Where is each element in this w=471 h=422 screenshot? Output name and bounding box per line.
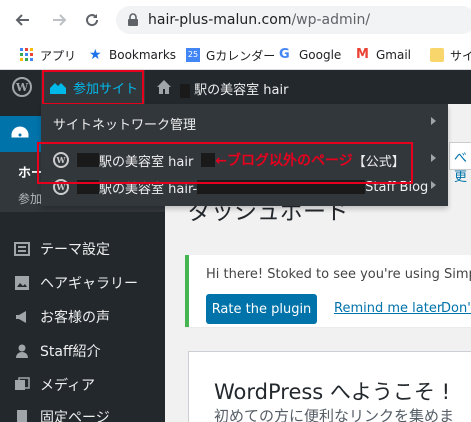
annotation-highlight-box xyxy=(37,142,413,184)
url-text: hair-plus-malun.com/wp-admin/ xyxy=(148,12,371,28)
bookmark-gmail[interactable]: M Gmail xyxy=(356,46,411,64)
apps-grid-icon xyxy=(20,48,34,62)
forward-button[interactable] xyxy=(48,8,72,32)
bookmark-apps[interactable]: アプリ xyxy=(20,46,76,64)
sidebar-item-customer-voice[interactable]: お客様の声 xyxy=(0,300,165,334)
calendar-icon: 25 xyxy=(186,48,200,62)
welcome-panel: WordPress へようこそ ! 初めての方に便利なリンクを集めま xyxy=(188,351,471,422)
remind-later-link[interactable]: Remind me later xyxy=(334,301,442,316)
gallery-icon xyxy=(12,273,32,293)
sidebar-item-staff[interactable]: Staff紹介 xyxy=(0,334,165,368)
google-icon: G xyxy=(279,47,290,62)
home-icon[interactable] xyxy=(156,79,172,95)
browser-toolbar: hair-plus-malun.com/wp-admin/ xyxy=(0,0,471,40)
folder-icon xyxy=(430,48,444,62)
bookmark-folder[interactable]: サイ xyxy=(430,46,471,64)
media-icon xyxy=(12,375,32,395)
sidebar-item-dashboard[interactable] xyxy=(0,116,41,152)
back-arrow-icon xyxy=(15,14,29,26)
star-icon: ★ xyxy=(89,47,102,63)
sidebar-item-hair-gallery[interactable]: ヘアギャラリー xyxy=(0,266,165,300)
page-icon xyxy=(12,407,32,422)
list-icon xyxy=(12,239,32,259)
wordpress-logo-icon[interactable]: W xyxy=(12,77,32,97)
submenu-arrow-icon xyxy=(431,117,436,125)
plugin-notice: Hi there! Stoked to see you're using Sim… xyxy=(185,255,471,327)
sidebar-item-pages[interactable]: 固定ページ xyxy=(0,400,165,422)
reload-button[interactable] xyxy=(80,8,104,32)
notice-text: Hi there! Stoked to see you're using Sim… xyxy=(206,267,471,282)
reload-icon xyxy=(86,14,99,27)
annotation-highlight-box xyxy=(42,70,144,105)
lock-icon xyxy=(128,13,138,26)
dashboard-gauge-icon xyxy=(11,126,29,138)
welcome-subtitle: 初めての方に便利なリンクを集めま xyxy=(214,407,455,422)
redacted-text xyxy=(180,83,190,98)
bookmarks-bar: アプリ ★ Bookmarks 25 Gカレンダー G Google M Gma… xyxy=(0,40,471,70)
sidebar-item-sites[interactable]: 参加 xyxy=(18,190,42,207)
rate-plugin-button[interactable]: Rate the plugin xyxy=(206,294,317,324)
submenu-arrow-icon xyxy=(431,154,436,162)
gmail-icon: M xyxy=(356,47,369,62)
sidebar-item-theme-settings[interactable]: テーマ設定 xyxy=(0,232,165,266)
sidebar-item-media[interactable]: メディア xyxy=(0,368,165,402)
forward-arrow-icon xyxy=(53,14,67,26)
back-button[interactable] xyxy=(10,8,34,32)
bookmark-google[interactable]: G Google xyxy=(279,46,341,64)
dont-link[interactable]: Don't xyxy=(441,301,471,316)
megaphone-icon xyxy=(12,307,32,327)
user-icon xyxy=(12,341,32,361)
current-site-link[interactable]: 駅の美容室 hair xyxy=(180,79,288,98)
bookmark-gcalendar[interactable]: 25 Gカレンダー xyxy=(186,46,275,64)
bookmark-bookmarks[interactable]: ★ Bookmarks xyxy=(89,46,176,64)
welcome-title: WordPress へようこそ ! xyxy=(214,380,451,404)
submenu-arrow-icon xyxy=(431,181,436,189)
screen-options-tab[interactable]: べ更 xyxy=(449,142,471,185)
menu-item-network-admin[interactable]: サイトネットワーク管理 xyxy=(41,108,448,138)
address-bar[interactable]: hair-plus-malun.com/wp-admin/ xyxy=(116,6,471,34)
